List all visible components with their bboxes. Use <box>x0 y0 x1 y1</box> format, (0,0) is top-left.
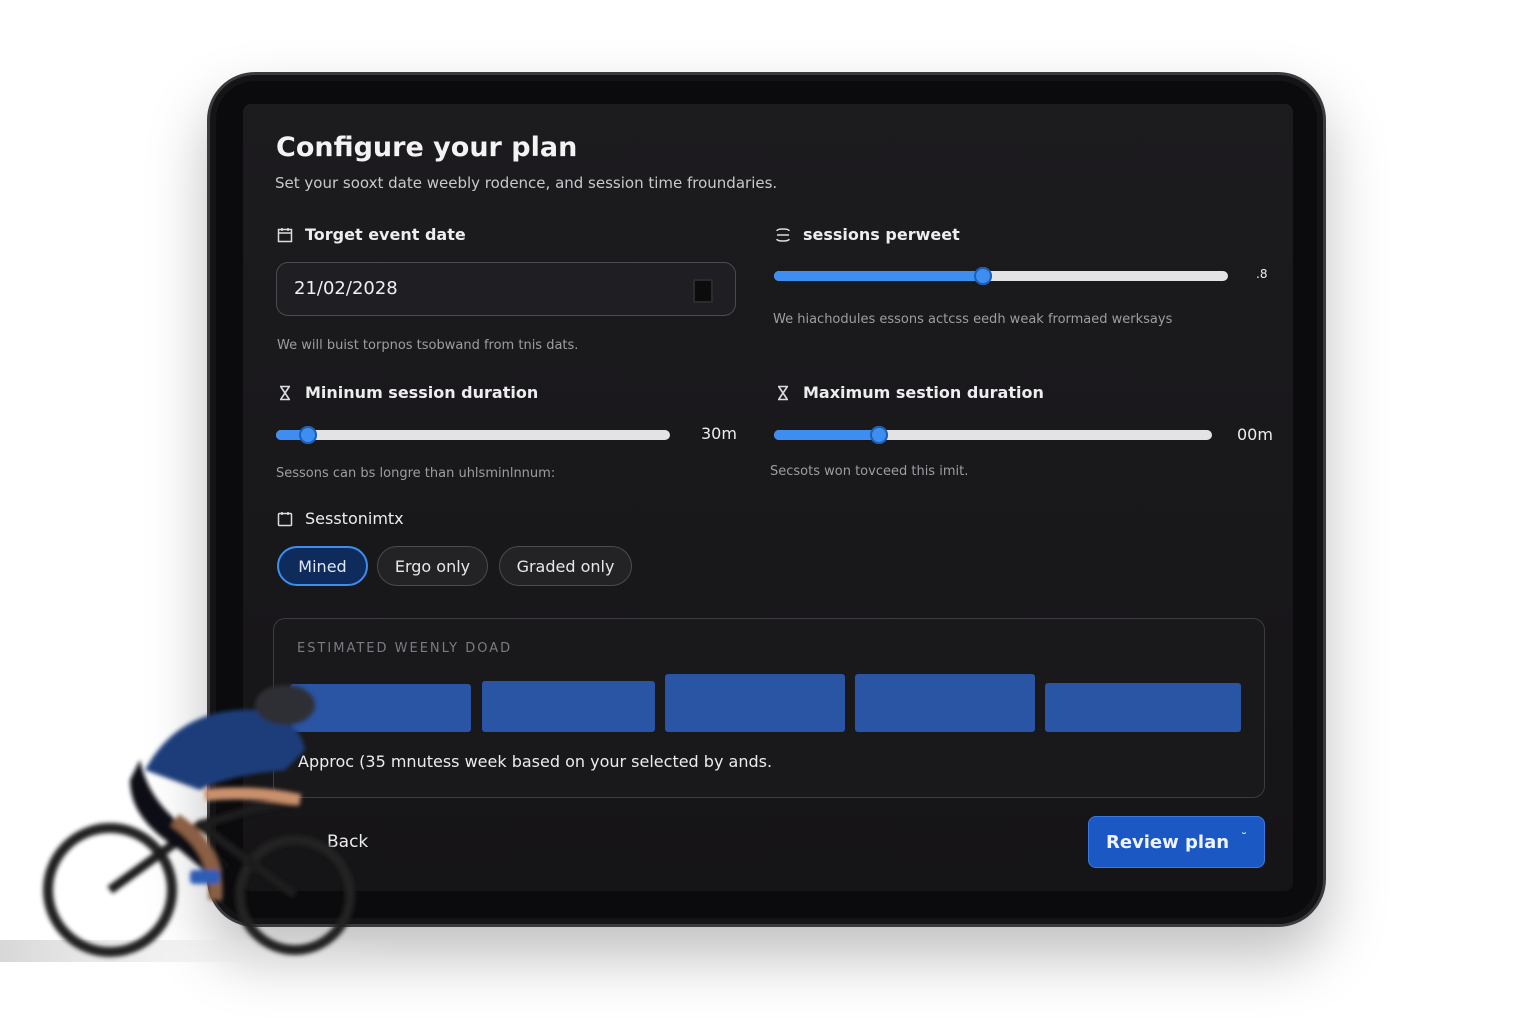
min-duration-value: 30m <box>701 424 737 443</box>
event-date-field[interactable]: 21/02/2028 <box>276 262 736 316</box>
cyclist-image <box>0 685 400 962</box>
review-plan-label: Review plan <box>1105 831 1230 853</box>
chip-ergo-only[interactable]: Ergo only <box>377 546 488 586</box>
weekly-load-panel: ESTIMATED WEENLY DOAD Approc (35 mnutess… <box>273 618 1265 798</box>
review-plan-button[interactable]: Review plan ˘ <box>1088 816 1265 868</box>
load-bar <box>665 674 845 732</box>
slider-thumb[interactable] <box>870 426 889 444</box>
sessions-help: We hiachodules essons actcss eedh weak f… <box>773 312 1173 327</box>
min-duration-label: Mininum session duration <box>305 383 539 402</box>
calendar-picker-icon[interactable] <box>693 279 713 303</box>
max-duration-label: Maximum sestion duration <box>803 383 1044 402</box>
event-date-value: 21/02/2028 <box>294 278 398 299</box>
max-duration-label-row: Maximum sestion duration <box>775 383 1044 402</box>
load-bar <box>1045 683 1241 732</box>
motion-shadow <box>0 940 400 962</box>
sessions-slider[interactable] <box>774 265 1228 287</box>
max-duration-value: 00m <box>1237 425 1273 444</box>
max-duration-help: Secsots won tovceed this imit. <box>770 464 969 479</box>
cyclist-figure <box>43 685 355 957</box>
chip-mixed[interactable]: Mined <box>277 546 368 586</box>
hourglass-icon <box>280 385 290 400</box>
event-date-label-row: Torget event date <box>277 225 466 244</box>
calendar-blank-icon <box>277 511 293 526</box>
hourglass-icon <box>778 385 788 400</box>
slider-fill <box>774 430 880 440</box>
slider-thumb[interactable] <box>298 426 317 444</box>
stack-icon <box>776 227 790 242</box>
chip-graded-only[interactable]: Graded only <box>499 546 632 586</box>
event-date-label: Torget event date <box>305 225 466 244</box>
slider-thumb[interactable] <box>973 267 992 285</box>
max-duration-slider[interactable] <box>774 424 1212 446</box>
min-duration-slider[interactable] <box>276 424 670 446</box>
slider-fill <box>774 271 983 281</box>
sessions-label: sessions perweet <box>803 225 960 244</box>
load-bar <box>482 681 655 732</box>
min-duration-help: Sessons can bs longre than uhlsminlnnum: <box>276 466 556 481</box>
chevron-icon: ˘ <box>1241 831 1248 845</box>
session-mix-label: Sesstonimtx <box>305 509 404 528</box>
sessions-value: .8 <box>1256 267 1268 281</box>
min-duration-label-row: Mininum session duration <box>277 383 538 402</box>
page-subtitle: Set your sooxt date weebly rodence, and … <box>275 174 778 192</box>
event-date-help: We will buist torpnos tsobwand from tnis… <box>277 338 579 353</box>
calendar-icon <box>277 227 293 242</box>
page-title: Configure your plan <box>276 132 578 163</box>
slider-track <box>276 430 670 440</box>
sessions-label-row: sessions perweet <box>775 225 960 244</box>
session-mix-label-row: Sesstonimtx <box>277 509 404 528</box>
load-bar <box>855 674 1035 732</box>
